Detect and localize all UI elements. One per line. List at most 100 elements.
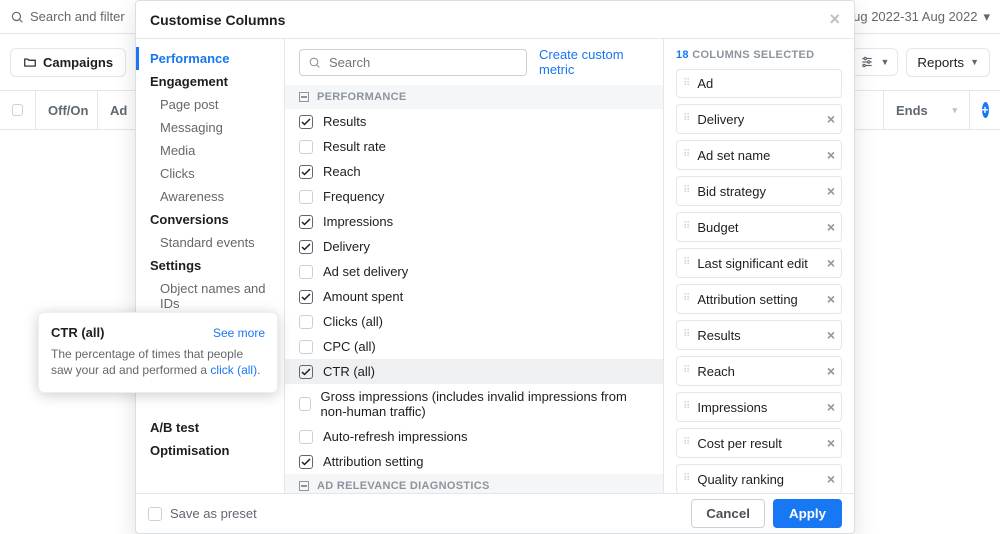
metric-label: Ad set delivery bbox=[323, 264, 408, 279]
selected-column-item[interactable]: ⠿Last significant edit× bbox=[676, 248, 842, 278]
remove-icon[interactable]: × bbox=[827, 255, 835, 271]
selected-column-item[interactable]: ⠿ Cost per result × bbox=[676, 428, 842, 458]
metric-search-input[interactable] bbox=[327, 54, 518, 71]
metric-row[interactable]: Impressions bbox=[285, 209, 663, 234]
remove-icon[interactable]: × bbox=[827, 183, 835, 199]
metric-row[interactable]: Results bbox=[285, 109, 663, 134]
metric-row[interactable]: CTR (all) bbox=[285, 359, 663, 384]
drag-handle-icon[interactable]: ⠿ bbox=[683, 476, 691, 482]
tooltip-title: CTR (all) bbox=[51, 325, 104, 340]
selected-column-item[interactable]: ⠿Results× bbox=[676, 320, 842, 350]
remove-icon[interactable]: × bbox=[827, 435, 835, 451]
drag-handle-icon[interactable]: ⠿ bbox=[683, 116, 691, 122]
remove-icon[interactable]: × bbox=[827, 399, 835, 415]
checkbox-icon bbox=[299, 190, 313, 204]
selected-column-item[interactable]: ⠿ Reach × bbox=[676, 356, 842, 386]
remove-icon[interactable]: × bbox=[827, 291, 835, 307]
metric-row[interactable]: Reach bbox=[285, 159, 663, 184]
drag-handle-icon[interactable]: ⠿ bbox=[683, 440, 691, 446]
metrics-list[interactable]: PERFORMANCEResultsResult rate Reach Freque… bbox=[285, 85, 663, 493]
collapse-icon bbox=[299, 481, 309, 491]
sidebar-item[interactable]: Clicks bbox=[136, 162, 284, 185]
remove-icon[interactable]: × bbox=[827, 471, 835, 487]
sidebar-item[interactable]: Optimisation bbox=[136, 439, 284, 462]
checkbox-icon bbox=[299, 365, 313, 379]
create-custom-metric-link[interactable]: Create custom metric bbox=[539, 47, 649, 77]
sidebar-item[interactable]: Page post bbox=[136, 93, 284, 116]
metric-row[interactable]: Result rate bbox=[285, 134, 663, 159]
selected-column-label: Reach bbox=[697, 364, 735, 379]
selected-column-label: Impressions bbox=[697, 400, 767, 415]
metric-row[interactable]: Delivery bbox=[285, 234, 663, 259]
sidebar-item[interactable]: Settings bbox=[136, 254, 284, 277]
metric-label: Auto-refresh impressions bbox=[323, 429, 468, 444]
drag-handle-icon[interactable]: ⠿ bbox=[683, 260, 691, 266]
save-as-preset-label: Save as preset bbox=[170, 506, 257, 521]
selected-column-item[interactable]: ⠿ Impressions × bbox=[676, 392, 842, 422]
metric-row[interactable]: Ad set delivery bbox=[285, 259, 663, 284]
metric-row[interactable]: Frequency bbox=[285, 184, 663, 209]
metric-row[interactable]: CPC (all) bbox=[285, 334, 663, 359]
sidebar-item[interactable]: Engagement bbox=[136, 70, 284, 93]
checkbox-icon bbox=[299, 215, 313, 229]
selected-column-label: Budget bbox=[697, 220, 738, 235]
drag-handle-icon[interactable]: ⠿ bbox=[683, 296, 691, 302]
tooltip-inline-link[interactable]: click (all) bbox=[210, 363, 257, 377]
selected-column-label: Bid strategy bbox=[697, 184, 766, 199]
sidebar-item[interactable]: Messaging bbox=[136, 116, 284, 139]
selected-column-item[interactable]: ⠿Ad bbox=[676, 69, 842, 98]
metric-label: Delivery bbox=[323, 239, 370, 254]
drag-handle-icon[interactable]: ⠿ bbox=[683, 332, 691, 338]
checkbox-icon bbox=[299, 240, 313, 254]
drag-handle-icon[interactable]: ⠿ bbox=[683, 188, 691, 194]
remove-icon[interactable]: × bbox=[827, 327, 835, 343]
apply-button[interactable]: Apply bbox=[773, 499, 842, 528]
selected-column-item[interactable]: ⠿Attribution setting× bbox=[676, 284, 842, 314]
metric-section-header[interactable]: AD RELEVANCE DIAGNOSTICS bbox=[285, 474, 663, 493]
remove-icon[interactable]: × bbox=[827, 219, 835, 235]
cancel-button[interactable]: Cancel bbox=[691, 499, 765, 528]
remove-icon[interactable]: × bbox=[827, 363, 835, 379]
sidebar-item[interactable]: Standard events bbox=[136, 231, 284, 254]
remove-icon[interactable]: × bbox=[827, 111, 835, 127]
metric-row[interactable]: Gross impressions (includes invalid impr… bbox=[285, 384, 663, 424]
sidebar-item[interactable]: Object names and IDs bbox=[136, 277, 284, 315]
sidebar-item[interactable]: Media bbox=[136, 139, 284, 162]
tooltip-body: The percentage of times that people saw … bbox=[51, 346, 265, 378]
close-icon[interactable]: × bbox=[829, 9, 840, 30]
metric-row[interactable]: Clicks (all) bbox=[285, 309, 663, 334]
sidebar-item[interactable]: A/B test bbox=[136, 416, 284, 439]
metric-section-header[interactable]: PERFORMANCE bbox=[285, 85, 663, 109]
drag-handle-icon[interactable]: ⠿ bbox=[683, 224, 691, 230]
drag-handle-icon[interactable]: ⠿ bbox=[683, 368, 691, 374]
selected-column-item[interactable]: ⠿ Delivery × bbox=[676, 104, 842, 134]
metric-label: Reach bbox=[323, 164, 361, 179]
selected-column-item[interactable]: ⠿ Bid strategy × bbox=[676, 176, 842, 206]
checkbox-icon bbox=[299, 115, 313, 129]
checkbox-icon bbox=[299, 397, 311, 411]
drag-handle-icon[interactable]: ⠿ bbox=[683, 81, 691, 87]
sidebar-item[interactable]: Performance bbox=[136, 47, 284, 70]
sidebar-item[interactable]: Conversions bbox=[136, 208, 284, 231]
remove-icon[interactable]: × bbox=[827, 147, 835, 163]
checkbox-icon bbox=[299, 340, 313, 354]
selected-column-item[interactable]: ⠿Ad set name× bbox=[676, 140, 842, 170]
metric-label: Frequency bbox=[323, 189, 384, 204]
tooltip-see-more[interactable]: See more bbox=[213, 326, 265, 340]
save-as-preset[interactable]: Save as preset bbox=[148, 506, 257, 521]
drag-handle-icon[interactable]: ⠿ bbox=[683, 152, 691, 158]
metric-row[interactable]: Auto-refresh impressions bbox=[285, 424, 663, 449]
selected-column-item[interactable]: ⠿ Budget × bbox=[676, 212, 842, 242]
sidebar-item[interactable]: Awareness bbox=[136, 185, 284, 208]
checkbox-icon bbox=[299, 290, 313, 304]
selected-column-label: Delivery bbox=[697, 112, 744, 127]
search-icon bbox=[308, 56, 321, 69]
metric-label: CTR (all) bbox=[323, 364, 375, 379]
drag-handle-icon[interactable]: ⠿ bbox=[683, 404, 691, 410]
metric-row[interactable]: Amount spent bbox=[285, 284, 663, 309]
checkbox-icon bbox=[148, 507, 162, 521]
metric-row[interactable]: Attribution setting bbox=[285, 449, 663, 474]
selected-column-label: Cost per result bbox=[697, 436, 782, 451]
selected-column-item[interactable]: ⠿Quality ranking× bbox=[676, 464, 842, 493]
metric-search[interactable] bbox=[299, 49, 527, 76]
